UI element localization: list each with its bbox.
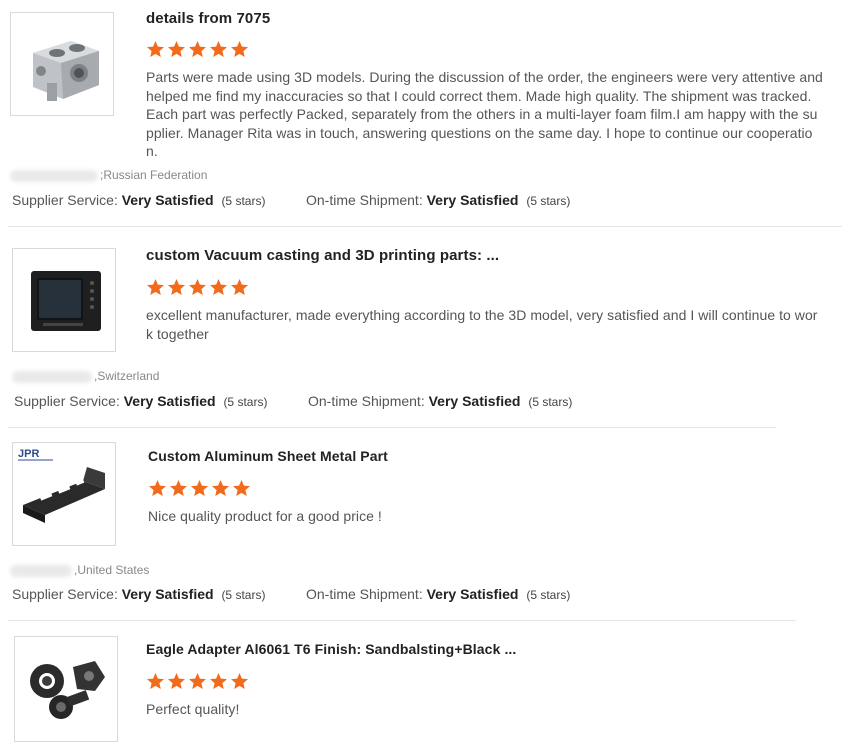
- product-thumbnail[interactable]: [10, 12, 114, 116]
- shipment-count: (5 stars): [526, 194, 571, 208]
- redacted-name: [10, 564, 72, 577]
- supplier-service-label: Supplier Service:: [14, 393, 120, 409]
- supplier-service-count: (5 stars): [223, 395, 268, 409]
- star-icon: [211, 479, 230, 497]
- buyer-country: ,Switzerland: [94, 369, 160, 383]
- buyer-country: ;Russian Federation: [100, 168, 208, 182]
- star-icon: [148, 479, 167, 497]
- buyer-info: ;Russian Federation: [10, 168, 207, 182]
- star-icon: [230, 672, 249, 690]
- shipment-value: Very Satisfied: [426, 586, 519, 602]
- review-comment: Parts were made using 3D models. During …: [146, 69, 823, 159]
- buyer-info: ,United States: [10, 563, 149, 577]
- shipment-rating: On-time Shipment: Very Satisfied (5 star…: [306, 586, 570, 602]
- buyer-country: ,United States: [74, 563, 150, 577]
- product-thumbnail[interactable]: [14, 636, 118, 742]
- product-thumbnail[interactable]: JPR: [12, 442, 116, 546]
- shipment-label: On-time Shipment:: [308, 393, 425, 409]
- star-icon: [188, 672, 207, 690]
- supplier-service-value: Very Satisfied: [121, 586, 214, 602]
- divider: [8, 226, 842, 227]
- redacted-name: [12, 370, 92, 383]
- star-icon: [188, 40, 207, 58]
- star-icon: [232, 479, 251, 497]
- ratings-row: Supplier Service: Very Satisfied (5 star…: [14, 393, 814, 413]
- buyer-info: ,Switzerland: [12, 369, 159, 383]
- divider: [8, 427, 776, 428]
- review-title[interactable]: Eagle Adapter Al6061 T6 Finish: Sandbals…: [146, 641, 516, 657]
- review-comment: excellent manufacturer, made everything …: [146, 307, 818, 342]
- shipment-value: Very Satisfied: [426, 192, 519, 208]
- sheet-metal-part-image: JPR: [13, 443, 115, 545]
- supplier-service-count: (5 stars): [221, 588, 266, 602]
- star-icon: [188, 278, 207, 296]
- star-icon: [146, 40, 165, 58]
- product-thumbnail[interactable]: [12, 248, 116, 352]
- ratings-row: Supplier Service: Very Satisfied (5 star…: [12, 192, 842, 212]
- star-icon: [209, 40, 228, 58]
- supplier-service-rating: Supplier Service: Very Satisfied (5 star…: [14, 393, 267, 409]
- adapter-parts-image: [15, 637, 117, 741]
- shipment-label: On-time Shipment:: [306, 586, 423, 602]
- review-title[interactable]: Custom Aluminum Sheet Metal Part: [148, 448, 388, 464]
- supplier-service-rating: Supplier Service: Very Satisfied (5 star…: [12, 586, 265, 602]
- supplier-service-value: Very Satisfied: [123, 393, 216, 409]
- shipment-rating: On-time Shipment: Very Satisfied (5 star…: [308, 393, 572, 409]
- ratings-row: Supplier Service: Very Satisfied (5 star…: [12, 586, 812, 606]
- review-title[interactable]: details from 7075: [146, 10, 270, 27]
- star-icon: [167, 278, 186, 296]
- aluminum-block-image: [11, 13, 113, 115]
- supplier-service-value: Very Satisfied: [121, 192, 214, 208]
- shipment-label: On-time Shipment:: [306, 192, 423, 208]
- star-icon: [146, 278, 165, 296]
- star-icon: [209, 672, 228, 690]
- review-comment: Nice quality product for a good price !: [148, 508, 382, 524]
- star-rating: [148, 479, 253, 499]
- shipment-rating: On-time Shipment: Very Satisfied (5 star…: [306, 192, 570, 208]
- tablet-device-image: [13, 249, 115, 351]
- supplier-service-label: Supplier Service:: [12, 192, 118, 208]
- star-rating: [146, 278, 251, 298]
- star-icon: [167, 672, 186, 690]
- star-icon: [146, 672, 165, 690]
- star-icon: [209, 278, 228, 296]
- supplier-service-count: (5 stars): [221, 194, 266, 208]
- review-comment: Perfect quality!: [146, 701, 240, 717]
- review-title[interactable]: custom Vacuum casting and 3D printing pa…: [146, 247, 499, 264]
- star-rating: [146, 40, 251, 60]
- shipment-value: Very Satisfied: [428, 393, 521, 409]
- star-icon: [190, 479, 209, 497]
- star-icon: [169, 479, 188, 497]
- star-rating: [146, 672, 251, 692]
- star-icon: [167, 40, 186, 58]
- star-icon: [230, 40, 249, 58]
- shipment-count: (5 stars): [528, 395, 573, 409]
- divider: [8, 620, 796, 621]
- redacted-name: [10, 169, 98, 182]
- supplier-service-label: Supplier Service:: [12, 586, 118, 602]
- star-icon: [230, 278, 249, 296]
- shipment-count: (5 stars): [526, 588, 571, 602]
- brand-logo-text: JPR: [18, 448, 39, 460]
- supplier-service-rating: Supplier Service: Very Satisfied (5 star…: [12, 192, 265, 208]
